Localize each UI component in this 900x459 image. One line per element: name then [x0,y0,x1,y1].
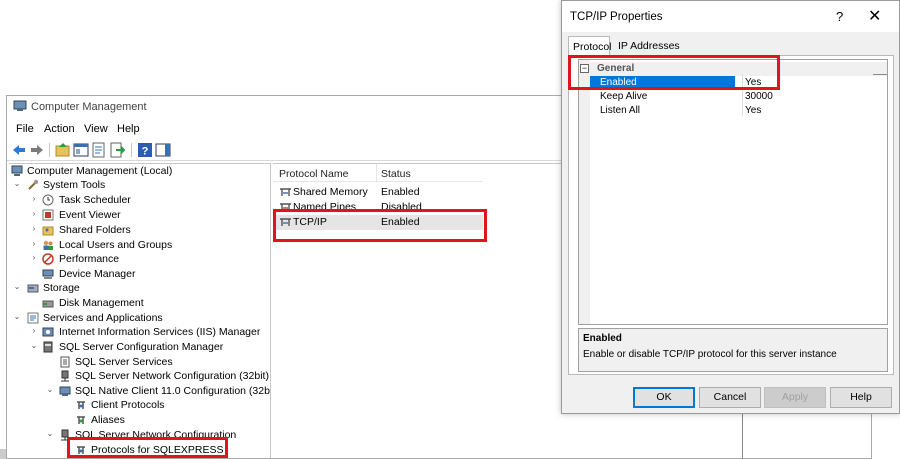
forward-arrow-icon[interactable] [29,142,45,158]
cancel-button[interactable]: Cancel [699,387,761,408]
protocol-name: Shared Memory [293,186,368,198]
column-header-protocol-name[interactable]: Protocol Name [279,168,348,180]
tab-ip-addresses[interactable]: IP Addresses [614,36,684,55]
cm-window-title: Computer Management [31,101,147,113]
menu-file[interactable]: File [16,123,34,135]
menu-help[interactable]: Help [117,123,140,135]
expand-chevron-icon[interactable]: › [29,224,39,233]
dialog-title: TCP/IP Properties [570,11,663,23]
tree-label: Task Scheduler [59,194,131,206]
menu-action[interactable]: Action [44,123,75,135]
tree-label: System Tools [43,179,106,191]
users-icon [43,240,53,250]
property-name: Listen All [600,105,641,116]
help-button[interactable]: ? [836,9,843,24]
performance-icon [42,253,54,265]
console-tree: Computer Management (Local) ⌄ System Too… [9,163,271,458]
protocol-icon [77,401,85,409]
highlight-general-enabled [568,55,780,90]
property-name: Keep Alive [600,91,648,102]
properties-icon[interactable] [91,142,107,158]
sql-services-icon [60,356,70,368]
collapse-chevron-icon[interactable]: ⌄ [12,179,22,188]
show-action-pane-icon[interactable] [155,142,171,158]
list-item-shared-memory[interactable]: Shared Memory Enabled [273,185,483,200]
tree-label: Event Viewer [59,209,121,221]
collapse-chevron-icon[interactable]: ⌄ [12,312,22,321]
expand-chevron-icon[interactable]: › [29,326,39,335]
list-header: Protocol Name Status [273,164,483,182]
description-title: Enabled [583,333,622,344]
device-manager-icon [42,269,54,279]
iis-icon [42,327,54,337]
tree-label: Client Protocols [91,399,165,411]
sql-config-icon [43,341,53,353]
tree-label: Internet Information Services (IIS) Mana… [59,326,261,338]
expand-chevron-icon[interactable]: › [29,253,39,262]
tree-label: Services and Applications [43,312,163,324]
collapse-chevron-icon[interactable]: ⌄ [29,341,39,350]
property-row-listen-all[interactable]: Listen All Yes [579,104,887,118]
tree-label: Aliases [91,414,125,426]
expand-chevron-icon[interactable]: › [29,209,39,218]
protocol-tab-panel: − General Enabled Yes Keep Alive 30000 L… [568,55,894,375]
collapse-chevron-icon[interactable]: ⌄ [45,429,55,438]
expand-chevron-icon[interactable]: › [29,239,39,248]
tree-label: SQL Server Services [75,356,173,368]
tree-label: SQL Server Network Configuration (32bit) [75,370,269,382]
disk-icon [42,300,54,308]
property-row-keep-alive[interactable]: Keep Alive 30000 [579,90,887,104]
protocol-status: Enabled [381,186,420,198]
ok-button[interactable]: OK [633,387,695,408]
help-icon[interactable]: ? [137,142,153,158]
tree-label: Computer Management (Local) [27,165,173,177]
clock-icon [42,194,54,206]
highlight-protocols-for-sqlexpress [67,437,228,458]
computer-icon [11,165,23,176]
tree-label: Shared Folders [59,224,131,236]
help-dialog-button[interactable]: Help [830,387,892,408]
tab-protocol[interactable]: Protocol [568,36,612,56]
tree-label: Disk Management [59,297,144,309]
svg-text:?: ? [142,146,149,158]
show-hide-tree-icon[interactable] [73,142,89,158]
tree-label: SQL Server Configuration Manager [59,341,224,353]
tree-label: Local Users and Groups [59,239,173,251]
tree-label: Storage [43,282,80,294]
computer-management-icon [13,100,27,111]
tree-label: Performance [59,253,120,265]
tree-label: SQL Native Client 11.0 Configuration (32… [75,385,271,397]
close-icon[interactable]: ✕ [868,6,881,26]
property-value[interactable]: 30000 [745,91,773,102]
expand-chevron-icon[interactable]: › [29,194,39,203]
apply-button[interactable]: Apply [764,387,826,408]
event-viewer-icon [42,209,54,221]
highlight-tcp-ip-row [273,209,487,242]
taskbar-edge [0,449,6,459]
collapse-chevron-icon[interactable]: ⌄ [12,282,22,291]
property-description: Enabled Enable or disable TCP/IP protoco… [578,328,888,372]
up-folder-icon[interactable] [55,142,71,158]
services-icon [27,312,39,324]
dialog-titlebar[interactable]: TCP/IP Properties ? ✕ [562,1,899,32]
property-grid: − General Enabled Yes Keep Alive 30000 L… [578,59,888,325]
tools-icon [28,179,39,190]
alias-icon [77,416,85,424]
protocol-icon [280,188,291,196]
tree-label: Device Manager [59,268,136,280]
collapse-chevron-icon[interactable]: ⌄ [45,385,55,394]
back-arrow-icon[interactable] [11,142,27,158]
property-value[interactable]: Yes [745,105,761,116]
storage-icon [27,284,39,293]
network-config-icon [61,370,69,382]
description-text: Enable or disable TCP/IP protocol for th… [583,349,837,360]
grid-scroll-marker [873,74,887,78]
menu-view[interactable]: View [84,123,108,135]
column-header-status[interactable]: Status [381,168,411,180]
export-list-icon[interactable] [109,142,125,158]
client-config-icon [59,386,71,396]
shared-folder-icon [42,226,54,236]
